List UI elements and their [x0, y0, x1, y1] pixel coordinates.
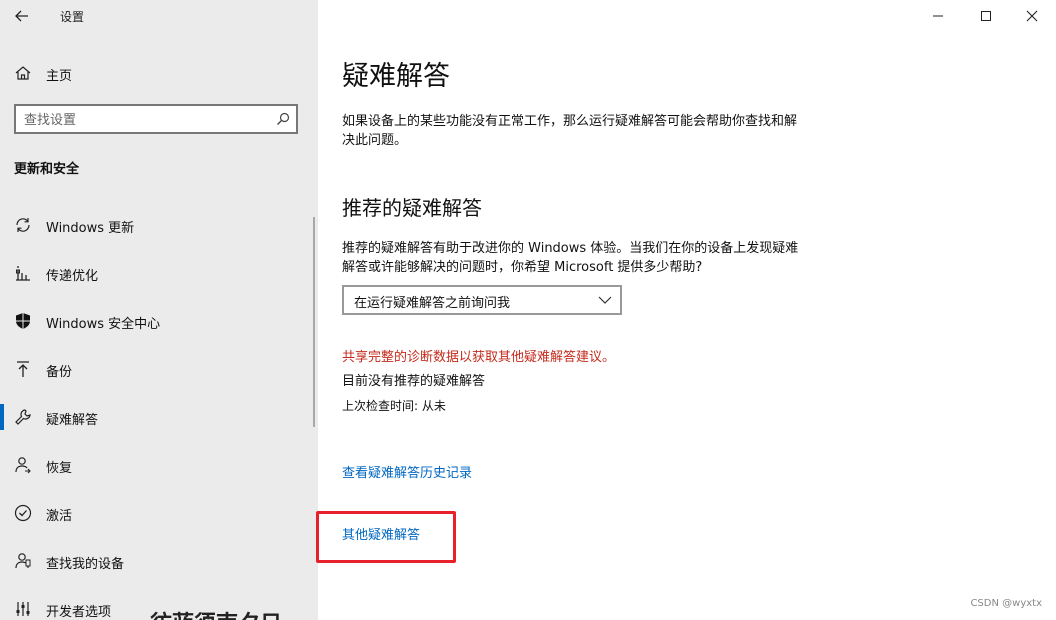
developer-sliders-icon	[16, 602, 30, 616]
home-icon	[15, 66, 31, 80]
shield-icon	[16, 313, 30, 329]
sidebar-item-troubleshoot[interactable]: 疑难解答	[0, 396, 318, 436]
close-icon	[1026, 10, 1038, 22]
wrench-icon	[15, 409, 31, 425]
watermark: CSDN @wyxtx	[970, 598, 1042, 609]
maximize-button[interactable]	[966, 4, 1006, 28]
minimize-icon	[933, 15, 943, 17]
view-history-link[interactable]: 查看疑难解答历史记录	[342, 462, 472, 481]
home-nav-item[interactable]: 主页	[0, 58, 318, 88]
dropdown-selected-value: 在运行疑难解答之前询问我	[354, 296, 511, 311]
recovery-person-icon	[15, 457, 31, 474]
sidebar-item-label: Windows 更新	[46, 221, 135, 236]
title-bar-left: 设置	[0, 0, 318, 34]
sidebar-item-security-center[interactable]: Windows 安全中心	[0, 300, 318, 340]
sidebar-item-label: 激活	[46, 509, 73, 524]
sidebar-item-activation[interactable]: 激活	[0, 492, 318, 532]
backup-arrow-icon	[17, 361, 29, 377]
sidebar-item-label: 恢复	[46, 461, 73, 476]
sidebar-item-windows-update[interactable]: Windows 更新	[0, 204, 318, 244]
no-recommended-text: 目前没有推荐的疑难解答	[342, 374, 486, 389]
close-button[interactable]	[1012, 4, 1052, 28]
search-icon[interactable]	[276, 112, 290, 126]
section-title: 更新和安全	[14, 162, 80, 177]
recommended-description: 推荐的疑难解答有助于改进你的 Windows 体验。当我们在你的设备上发现疑难解…	[342, 241, 799, 275]
page-title: 疑难解答	[342, 61, 450, 92]
troubleshoot-preference-dropdown[interactable]: 在运行疑难解答之前询问我	[342, 285, 622, 315]
sidebar-item-backup[interactable]: 备份	[0, 348, 318, 388]
sidebar-item-label: 查找我的设备	[46, 557, 125, 572]
home-label: 主页	[46, 69, 73, 84]
app-title: 设置	[60, 10, 85, 24]
back-button[interactable]	[10, 4, 34, 28]
check-circle-icon	[14, 504, 32, 522]
find-device-person-icon	[15, 553, 31, 569]
search-box[interactable]	[14, 104, 298, 134]
sidebar: 设置 主页 更新和安全 Windows 更新 传递优化	[0, 0, 318, 620]
sidebar-item-label: Windows 安全中心	[46, 317, 161, 332]
sidebar-scrollbar[interactable]	[313, 217, 315, 427]
sidebar-item-delivery-optimization[interactable]: 传递优化	[0, 252, 318, 292]
sidebar-item-label: 疑难解答	[46, 413, 99, 428]
sidebar-item-label: 备份	[46, 365, 73, 380]
search-input[interactable]	[22, 110, 266, 130]
sidebar-item-find-my-device[interactable]: 查找我的设备	[0, 540, 318, 580]
recommended-heading: 推荐的疑难解答	[342, 196, 482, 220]
chevron-down-icon	[598, 296, 612, 304]
main-content: 疑难解答 如果设备上的某些功能没有正常工作，那么运行疑难解答可能会帮助你查找和解…	[316, 0, 1056, 620]
delivery-optimization-icon	[16, 266, 30, 281]
page-description: 如果设备上的某些功能没有正常工作，那么运行疑难解答可能会帮助你查找和解决此问题。	[342, 114, 798, 148]
minimize-button[interactable]	[918, 4, 958, 28]
sync-icon	[16, 218, 30, 232]
sidebar-item-recovery[interactable]: 恢复	[0, 444, 318, 484]
sidebar-item-label: 开发者选项	[46, 605, 112, 620]
maximize-icon	[981, 11, 991, 21]
background-text-fragment: 彷蓝须南夕日	[150, 606, 282, 620]
last-check-time: 上次检查时间: 从未	[342, 399, 446, 413]
back-arrow-icon	[15, 10, 28, 22]
annotation-highlight-box	[316, 511, 456, 563]
diagnostic-data-warning[interactable]: 共享完整的诊断数据以获取其他疑难解答建议。	[342, 346, 615, 365]
sidebar-item-label: 传递优化	[46, 269, 99, 284]
